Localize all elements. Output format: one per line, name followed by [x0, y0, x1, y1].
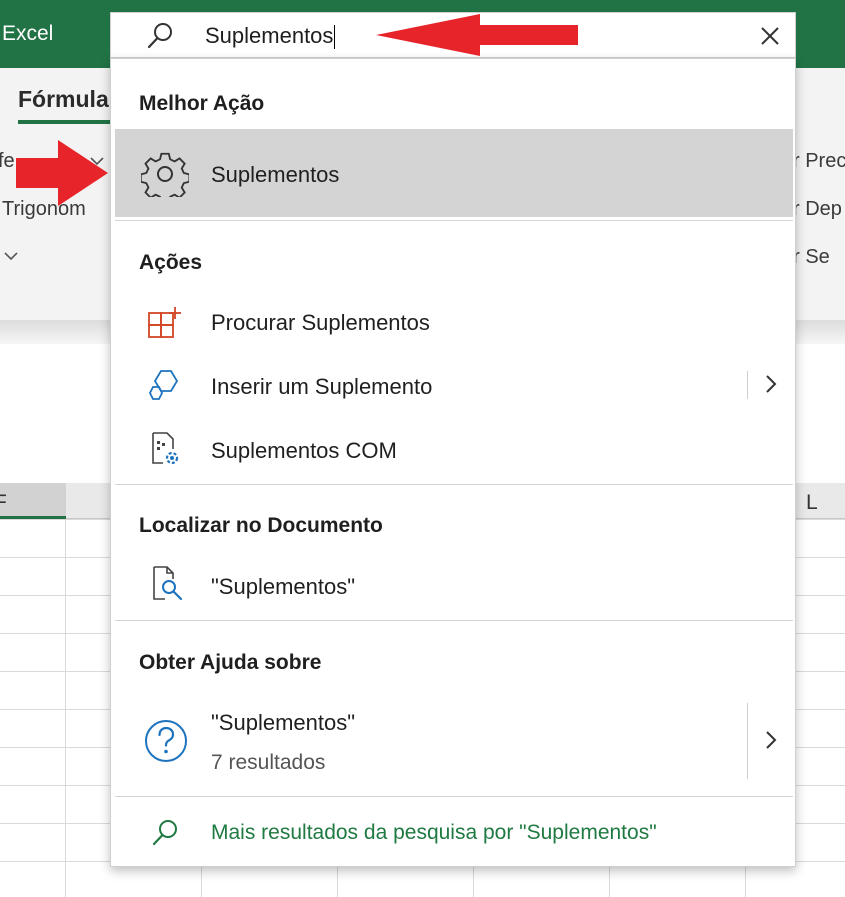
app-name: Excel — [2, 22, 54, 45]
search-icon — [152, 820, 177, 846]
cube-icon — [148, 370, 179, 400]
submenu-separator — [747, 371, 748, 399]
ribbon-fragment[interactable]: r Dep — [793, 198, 842, 221]
ribbon-fragment[interactable]: fe — [0, 150, 15, 173]
tab-active-underline — [18, 120, 110, 124]
help-label: "Suplementos" — [211, 710, 356, 735]
divider — [115, 220, 793, 221]
help-icon — [145, 720, 187, 762]
section-title-help: Obter Ajuda sobre — [139, 651, 322, 674]
column-header-label[interactable]: L — [806, 491, 818, 515]
action-label: Suplementos COM — [211, 438, 397, 463]
document-search-icon — [153, 566, 183, 601]
chevron-right-icon[interactable] — [763, 373, 779, 395]
section-title-actions: Ações — [139, 251, 203, 274]
close-icon[interactable] — [757, 23, 783, 49]
submenu-separator — [747, 703, 748, 779]
section-title-find-in-document: Localizar no Documento — [139, 514, 383, 537]
gear-icon — [141, 152, 189, 197]
tab-formulas[interactable]: Fórmula — [18, 86, 109, 113]
best-action-label: Suplementos — [211, 162, 340, 187]
column-header-selected[interactable] — [0, 483, 66, 519]
search-results-dropdown: Melhor Ação Suplementos Ações Procurar S… — [110, 58, 796, 867]
search-input[interactable]: Suplementos — [205, 19, 336, 53]
best-action-item[interactable]: Suplementos — [115, 129, 793, 217]
add-grid-icon — [148, 307, 181, 338]
action-label: Procurar Suplementos — [211, 310, 430, 335]
action-label: Inserir um Suplemento — [211, 374, 433, 399]
chevron-right-icon[interactable] — [763, 729, 779, 751]
help-result-count: 7 resultados — [211, 751, 326, 774]
more-results-label: Mais resultados da pesquisa por "Supleme… — [211, 821, 657, 844]
search-icon — [147, 23, 172, 49]
divider — [115, 484, 793, 485]
divider — [115, 796, 793, 797]
com-addin-icon — [152, 432, 179, 465]
column-header-label[interactable]: F — [0, 491, 7, 515]
red-arrow-annotation — [16, 140, 108, 206]
ribbon-fragment[interactable]: r Prec — [793, 150, 845, 173]
chevron-down-icon[interactable] — [4, 251, 18, 261]
divider — [115, 620, 793, 621]
red-arrow-annotation — [376, 14, 578, 56]
section-title-best-action: Melhor Ação — [139, 92, 265, 115]
find-in-document-label: "Suplementos" — [211, 574, 356, 599]
